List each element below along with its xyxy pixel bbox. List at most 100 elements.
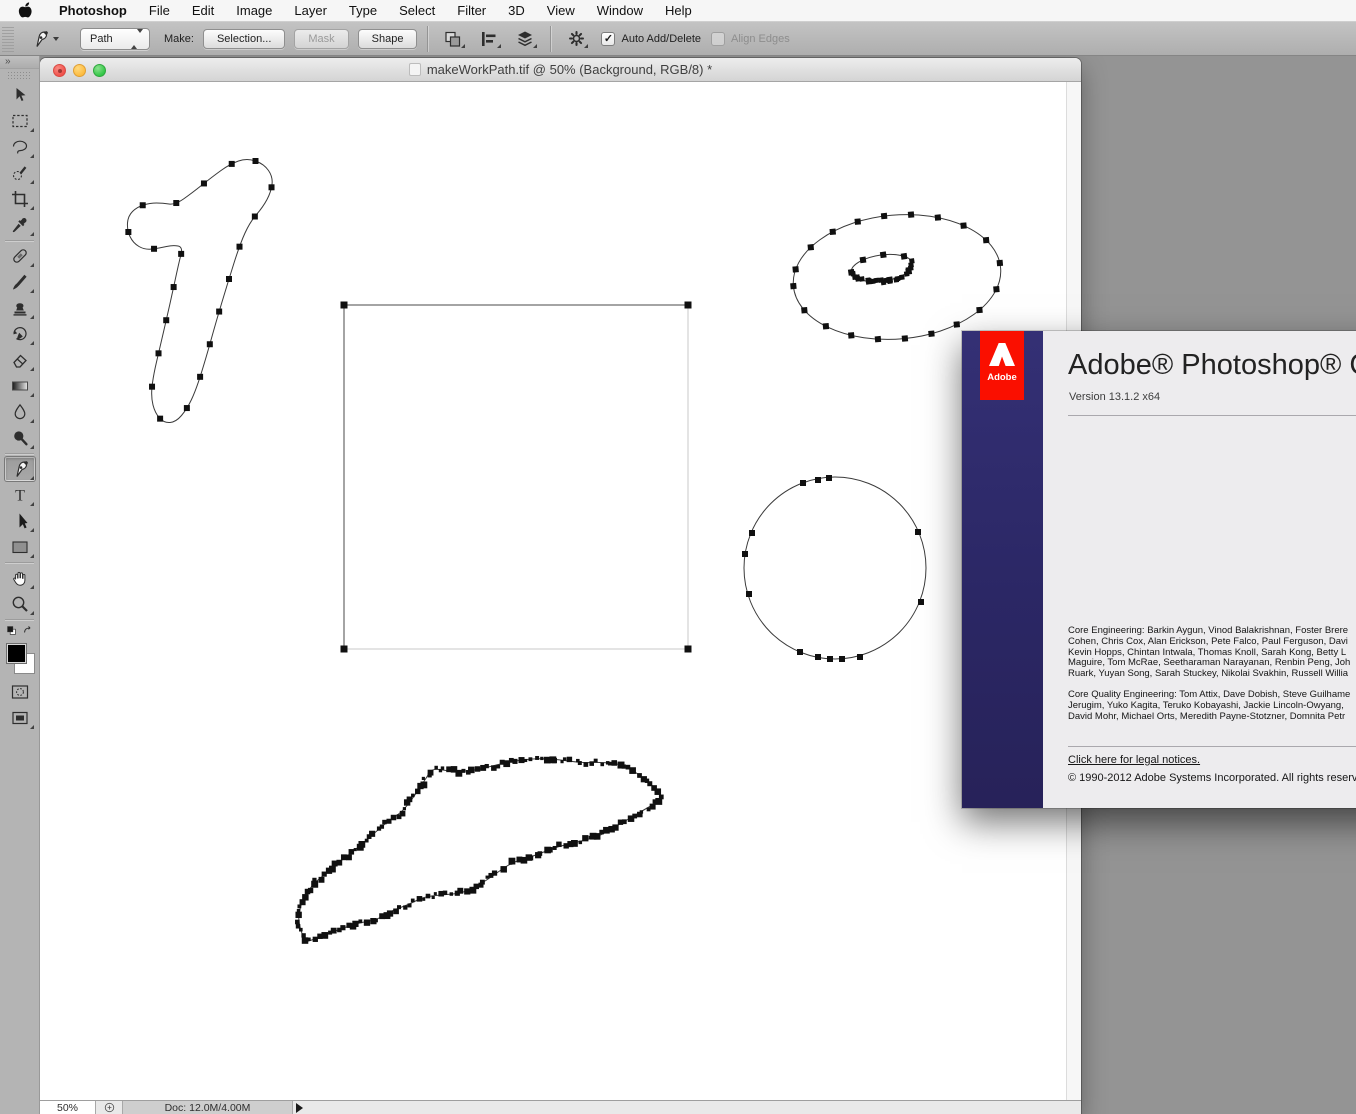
menu-item-help[interactable]: Help bbox=[654, 0, 703, 22]
apple-icon[interactable] bbox=[16, 1, 36, 21]
default-colors-icon[interactable] bbox=[5, 624, 18, 637]
zoom-window-button[interactable] bbox=[93, 63, 106, 77]
splash-version: Version 13.1.2 x64 bbox=[1069, 391, 1161, 403]
close-button[interactable] bbox=[53, 63, 66, 77]
options-bar-grip[interactable] bbox=[2, 25, 14, 52]
quick-selection-tool[interactable] bbox=[5, 161, 35, 185]
menu-item-window[interactable]: Window bbox=[586, 0, 654, 22]
collapse-arrows-icon[interactable]: » bbox=[0, 56, 39, 69]
credits-text: Core Engineering: Barkin Aygun, Vinod Ba… bbox=[1068, 625, 1351, 732]
tool-preset-button[interactable] bbox=[22, 26, 66, 52]
adobe-logo-word: Adobe bbox=[987, 372, 1017, 383]
minimize-button[interactable] bbox=[73, 63, 86, 77]
legal-notices-link[interactable]: Click here for legal notices. bbox=[1068, 754, 1200, 766]
menu-bar: Photoshop File Edit Image Layer Type Select Fil… bbox=[0, 0, 1356, 22]
doc-size-info: Doc: 12.0M/4.00M bbox=[123, 1101, 293, 1114]
pen-tool-icon bbox=[30, 29, 50, 49]
pick-tool-mode-select[interactable]: Path bbox=[80, 27, 150, 50]
menu-item-filter[interactable]: Filter bbox=[446, 0, 497, 22]
selection-button[interactable]: Selection... bbox=[202, 28, 286, 49]
spot-healing-brush-tool[interactable] bbox=[5, 244, 35, 268]
pen-tool[interactable] bbox=[5, 457, 35, 481]
eraser-tool[interactable] bbox=[5, 348, 35, 372]
zoom-level-field[interactable]: 50% bbox=[40, 1101, 96, 1114]
rectangle-tool[interactable] bbox=[5, 535, 35, 559]
canvas[interactable] bbox=[40, 82, 1066, 1100]
divider bbox=[1068, 415, 1356, 416]
shape-button[interactable]: Shape bbox=[357, 28, 418, 49]
brush-tool[interactable] bbox=[5, 270, 35, 294]
gear-button[interactable] bbox=[561, 26, 591, 52]
menu-item-select[interactable]: Select bbox=[388, 0, 446, 22]
square-path bbox=[340, 301, 692, 653]
color-swatches bbox=[0, 641, 40, 679]
separator bbox=[5, 240, 34, 241]
history-brush-tool[interactable] bbox=[5, 322, 35, 346]
circle-path bbox=[742, 475, 927, 662]
credits-paragraph: Core Engineering: Barkin Aygun, Vinod Ba… bbox=[1068, 625, 1351, 680]
traffic-lights bbox=[53, 63, 106, 77]
photoshop-app: Photoshop File Edit Image Layer Type Select Fil… bbox=[0, 0, 1356, 1114]
combine-shapes-button[interactable] bbox=[438, 26, 468, 52]
status-drive-icon[interactable] bbox=[96, 1101, 123, 1114]
type-tool[interactable]: T bbox=[5, 483, 35, 507]
mask-button: Mask bbox=[294, 28, 349, 49]
select-arrows-icon bbox=[131, 28, 143, 49]
menu-item-file[interactable]: File bbox=[138, 0, 181, 22]
path-selection-tool[interactable] bbox=[5, 509, 35, 533]
quick-mask-button[interactable] bbox=[5, 680, 35, 704]
swap-colors-icon[interactable] bbox=[21, 624, 34, 637]
rectangular-marquee-tool[interactable] bbox=[5, 109, 35, 133]
clone-stamp-tool[interactable] bbox=[5, 296, 35, 320]
separator bbox=[550, 25, 552, 52]
palette-grip[interactable] bbox=[7, 71, 32, 80]
status-bar: 50% Doc: 12.0M/4.00M bbox=[40, 1100, 1081, 1114]
separator bbox=[5, 619, 34, 620]
crop-tool[interactable] bbox=[5, 187, 35, 211]
numeral-one-path bbox=[125, 158, 275, 424]
auto-add-delete-checkbox[interactable]: ✓ Auto Add/Delete bbox=[601, 31, 701, 46]
separator bbox=[5, 562, 34, 563]
gear-icon bbox=[567, 29, 586, 48]
menu-item-layer[interactable]: Layer bbox=[283, 0, 338, 22]
options-bar: Path Make: Selection... Mask Shape ✓ Auto A… bbox=[0, 22, 1356, 56]
hand-tool[interactable] bbox=[5, 566, 35, 590]
credits-paragraph: Core Quality Engineering: Tom Attix, Dav… bbox=[1068, 688, 1351, 722]
quick-mask-icon bbox=[10, 682, 30, 702]
window-title-bar[interactable]: makeWorkPath.tif @ 50% (Background, RGB/… bbox=[40, 58, 1081, 82]
window-title: makeWorkPath.tif @ 50% (Background, RGB/… bbox=[40, 58, 1081, 81]
zoom-tool[interactable] bbox=[5, 592, 35, 616]
separator bbox=[427, 25, 429, 52]
screen-mode-button[interactable] bbox=[5, 706, 35, 730]
path-operation-buttons bbox=[438, 26, 540, 52]
menu-item-photoshop[interactable]: Photoshop bbox=[48, 0, 138, 22]
menu-item-image[interactable]: Image bbox=[225, 0, 283, 22]
gradient-tool[interactable] bbox=[5, 374, 35, 398]
lasso-tool[interactable] bbox=[5, 135, 35, 159]
divider bbox=[1068, 746, 1356, 747]
chevron-down-icon bbox=[52, 36, 59, 41]
move-tool[interactable] bbox=[5, 83, 35, 107]
tool-mode-value: Path bbox=[90, 32, 113, 45]
donut-inner-path bbox=[847, 251, 915, 286]
tools-palette: » T bbox=[0, 56, 40, 1114]
splash-brand-strip bbox=[962, 331, 1043, 808]
copyright-text: © 1990-2012 Adobe Systems Incorporated. … bbox=[1068, 772, 1356, 784]
blur-tool[interactable] bbox=[5, 400, 35, 424]
foreground-color-swatch[interactable] bbox=[6, 643, 27, 664]
document-icon bbox=[408, 63, 421, 76]
eyedropper-tool[interactable] bbox=[5, 213, 35, 237]
screen-mode-icon bbox=[10, 708, 30, 728]
menu-item-3d[interactable]: 3D bbox=[497, 0, 536, 22]
freeform-blob-path bbox=[295, 755, 664, 944]
menu-item-type[interactable]: Type bbox=[338, 0, 388, 22]
path-arrange-button[interactable] bbox=[510, 26, 540, 52]
menu-item-view[interactable]: View bbox=[536, 0, 586, 22]
status-menu-arrow[interactable] bbox=[296, 1101, 303, 1114]
dodge-tool[interactable] bbox=[5, 426, 35, 450]
path-align-button[interactable] bbox=[474, 26, 504, 52]
menu-item-edit[interactable]: Edit bbox=[181, 0, 225, 22]
make-label: Make: bbox=[164, 32, 194, 45]
align-edges-checkbox: Align Edges bbox=[711, 31, 790, 46]
adobe-logo: Adobe bbox=[980, 331, 1024, 400]
